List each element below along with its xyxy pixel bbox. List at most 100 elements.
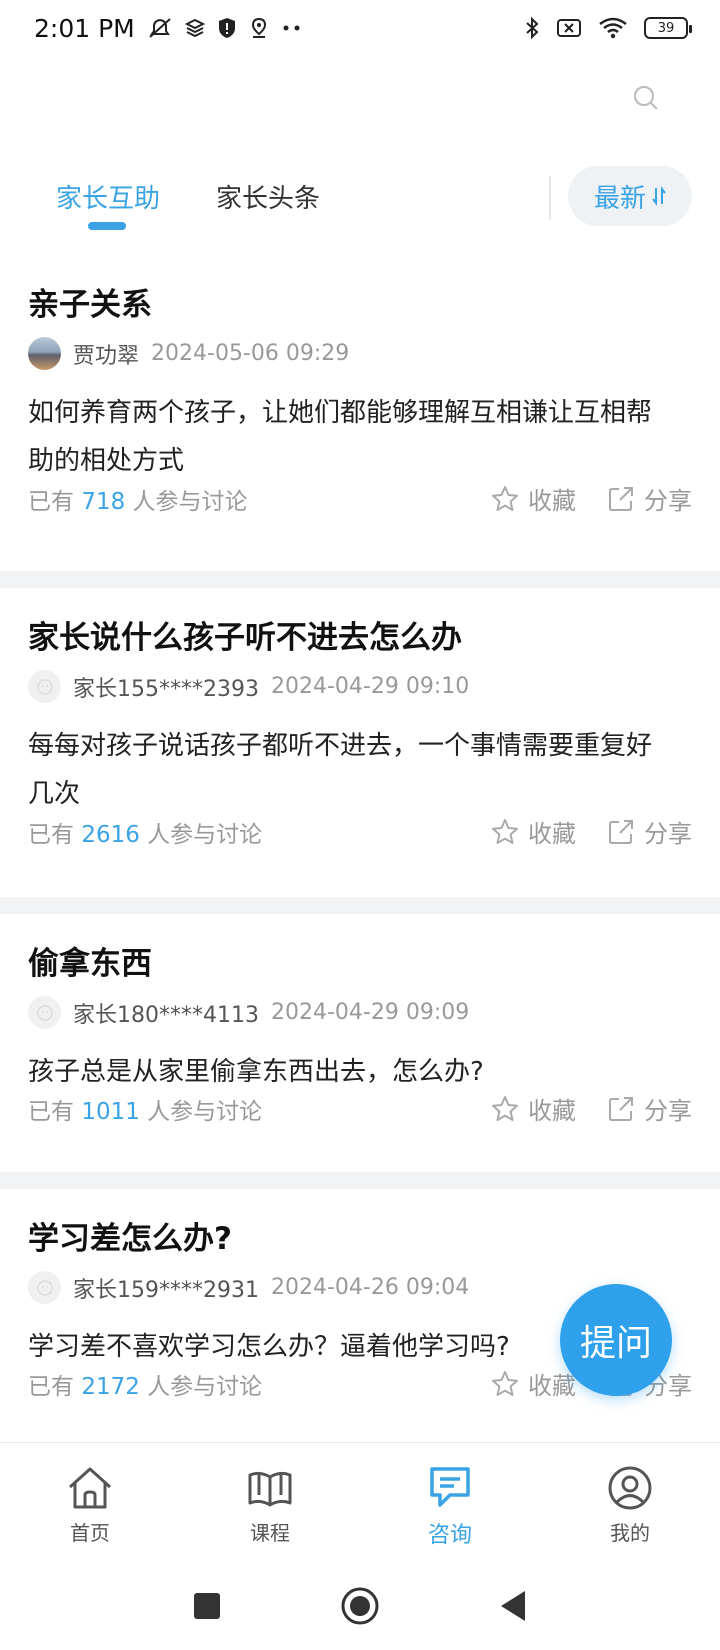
- participants-prefix: 已有: [28, 821, 74, 848]
- star-icon: [492, 485, 518, 511]
- post-author: 家长159****2931: [73, 1277, 259, 1303]
- participants-text: 已有 718 人参与讨论: [28, 482, 248, 516]
- back-button[interactable]: [498, 1589, 528, 1623]
- share-label: 分享: [644, 820, 692, 848]
- participants-suffix: 人参与讨论: [147, 1098, 263, 1125]
- participants-text: 已有 2172 人参与讨论: [28, 1367, 262, 1401]
- share-button[interactable]: 分享: [606, 1091, 692, 1126]
- default-avatar-icon: [36, 678, 53, 695]
- star-icon: [492, 1370, 518, 1396]
- post-title: 亲子关系: [28, 287, 152, 323]
- participants-prefix: 已有: [28, 1373, 74, 1400]
- tab-parent-mutual-help[interactable]: 家长互助: [56, 178, 160, 215]
- share-label: 分享: [644, 1097, 692, 1125]
- active-tab-indicator: [88, 222, 126, 230]
- share-button[interactable]: 分享: [606, 814, 692, 849]
- wifi-icon: [598, 17, 628, 39]
- post-author: 贾功翠: [73, 343, 140, 369]
- mute-icon: [147, 16, 173, 40]
- post-date: 2024-04-29 09:09: [270, 1000, 470, 1025]
- participants-text: 已有 1011 人参与讨论: [28, 1092, 262, 1126]
- share-icon: [609, 1096, 633, 1121]
- participants-prefix: 已有: [28, 1098, 74, 1125]
- nav-item-profile[interactable]: 我的: [540, 1443, 720, 1562]
- ask-question-button[interactable]: 提问: [560, 1284, 672, 1396]
- post-title: 家长说什么孩子听不进去怎么办: [28, 620, 462, 656]
- card-separator: [0, 571, 720, 588]
- avatar: [28, 1271, 61, 1304]
- participants-suffix: 人参与讨论: [132, 488, 248, 515]
- default-avatar-icon: [36, 1004, 53, 1021]
- card-separator: [0, 1172, 720, 1189]
- sort-label: 最新: [593, 183, 646, 214]
- favorite-button[interactable]: 收藏: [490, 1366, 576, 1401]
- sort-button[interactable]: 最新: [568, 166, 692, 226]
- home-icon: [68, 1467, 112, 1509]
- status-time: 2:01 PM: [34, 13, 135, 43]
- favorite-label: 收藏: [528, 1097, 576, 1125]
- favorite-button[interactable]: 收藏: [490, 814, 576, 849]
- share-label: 分享: [644, 487, 692, 515]
- post-card[interactable]: 亲子关系 贾功翠 2024-05-06 09:29 如何养育两个孩子，让她们都能…: [0, 255, 720, 571]
- search-button[interactable]: [626, 78, 666, 118]
- nav-label: 我的: [610, 1521, 650, 1545]
- nav-item-home[interactable]: 首页: [0, 1443, 180, 1562]
- post-content: 孩子总是从家里偷拿东西出去，怎么办?: [28, 1057, 484, 1087]
- participants-suffix: 人参与讨论: [147, 1373, 263, 1400]
- default-avatar-icon: [36, 1279, 53, 1296]
- post-card[interactable]: 偷拿东西 家长180****4113 2024-04-29 09:09 孩子总是…: [0, 914, 720, 1172]
- post-author: 家长155****2393: [73, 676, 259, 702]
- system-nav-bar: [0, 1562, 720, 1650]
- nav-label: 课程: [250, 1521, 290, 1545]
- no-sim-icon: [556, 17, 582, 39]
- share-button[interactable]: 分享: [606, 481, 692, 516]
- card-separator: [0, 897, 720, 914]
- post-date: 2024-05-06 09:29: [151, 341, 350, 366]
- status-bar: 2:01 PM 39: [0, 0, 720, 56]
- bottom-nav: 首页 课程 咨询 我的: [0, 1442, 720, 1562]
- participants-count: 2616: [81, 821, 140, 848]
- nav-item-consult[interactable]: 咨询: [360, 1443, 540, 1562]
- participants-count: 2172: [81, 1373, 140, 1400]
- post-title: 学习差怎么办?: [28, 1221, 232, 1257]
- recent-apps-button[interactable]: [192, 1591, 222, 1621]
- share-icon: [609, 819, 633, 844]
- nav-item-courses[interactable]: 课程: [180, 1443, 360, 1562]
- location-icon: [249, 17, 269, 39]
- shield-icon: [217, 17, 237, 39]
- profile-icon: [608, 1466, 652, 1510]
- search-icon: [634, 86, 658, 110]
- participants-text: 已有 2616 人参与讨论: [28, 815, 262, 849]
- participants-suffix: 人参与讨论: [147, 821, 263, 848]
- book-icon: [248, 1471, 292, 1507]
- post-title: 偷拿东西: [28, 946, 152, 982]
- battery-indicator: 39: [644, 17, 692, 39]
- post-date: 2024-04-29 09:10: [270, 674, 470, 699]
- star-icon: [492, 818, 518, 844]
- tab-bar: 家长互助 家长头条 最新: [0, 160, 720, 230]
- avatar: [28, 996, 61, 1029]
- home-button[interactable]: [340, 1586, 380, 1626]
- favorite-label: 收藏: [528, 820, 576, 848]
- more-dots-icon: [281, 24, 303, 32]
- bluetooth-icon: [524, 16, 540, 40]
- sort-arrows-icon: [652, 186, 666, 206]
- participants-prefix: 已有: [28, 488, 74, 515]
- nav-label: 首页: [70, 1521, 110, 1545]
- tab-parent-headlines[interactable]: 家长头条: [216, 178, 320, 215]
- avatar: [28, 337, 61, 370]
- favorite-button[interactable]: 收藏: [490, 481, 576, 516]
- tab-divider: [549, 176, 551, 220]
- post-content: 如何养育两个孩子，让她们都能够理解互相谦让互相帮助的相处方式: [28, 398, 653, 476]
- layers-icon: [184, 18, 205, 38]
- nav-label: 咨询: [427, 1523, 472, 1548]
- avatar: [28, 670, 61, 703]
- star-icon: [492, 1095, 518, 1121]
- post-card[interactable]: 家长说什么孩子听不进去怎么办 家长155****2393 2024-04-29 …: [0, 588, 720, 897]
- favorite-label: 收藏: [528, 487, 576, 515]
- chat-icon: [430, 1467, 470, 1507]
- post-list: 亲子关系 贾功翠 2024-05-06 09:29 如何养育两个孩子，让她们都能…: [0, 255, 720, 1447]
- post-author: 家长180****4113: [73, 1002, 259, 1028]
- favorite-button[interactable]: 收藏: [490, 1091, 576, 1126]
- post-date: 2024-04-26 09:04: [270, 1275, 470, 1300]
